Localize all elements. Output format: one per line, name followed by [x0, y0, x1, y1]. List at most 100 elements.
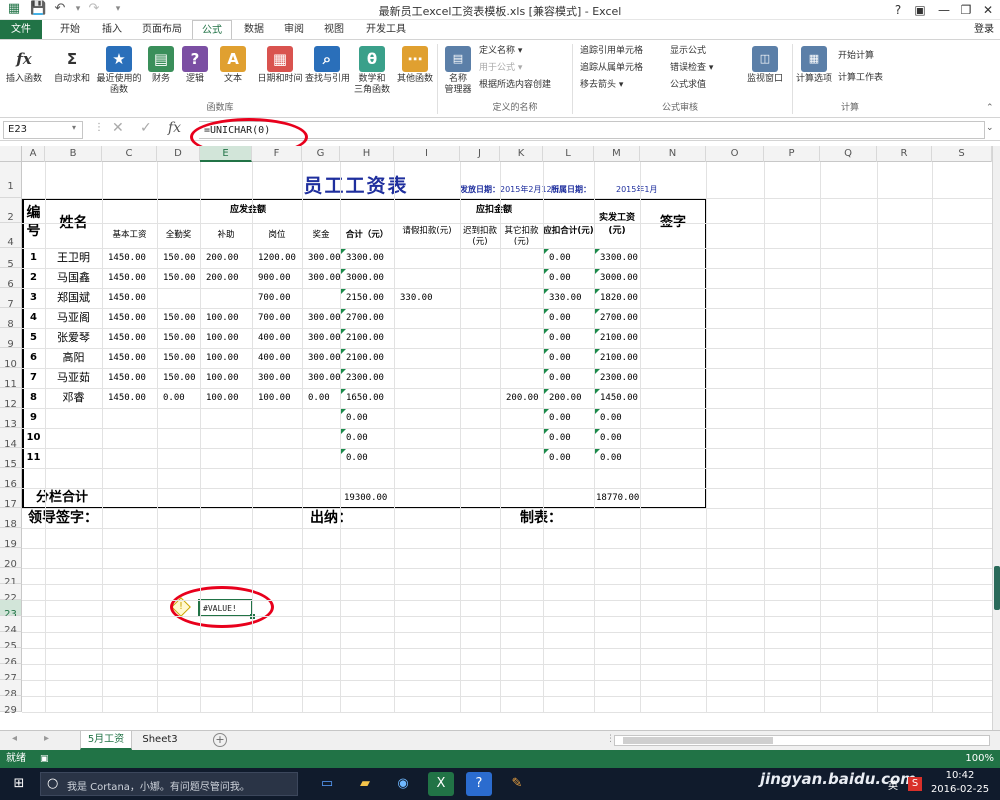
- scroll-tabs-right-icon[interactable]: ▸: [44, 733, 49, 744]
- row-header-1[interactable]: 1: [0, 162, 22, 198]
- row-header-29[interactable]: 29: [0, 696, 22, 716]
- ribbon-more-functions-button[interactable]: ⋯ 其他函数: [394, 46, 436, 85]
- row-header-17[interactable]: 17: [0, 488, 22, 510]
- clock-time[interactable]: 10:42: [930, 770, 990, 781]
- show-formulas-button[interactable]: 显示公式: [670, 45, 706, 57]
- row-header-27[interactable]: 27: [0, 664, 22, 684]
- column-header-d[interactable]: D: [157, 146, 200, 162]
- tab-file[interactable]: 文件: [0, 20, 42, 39]
- column-header-l[interactable]: L: [543, 146, 594, 162]
- row-header-23[interactable]: 23: [0, 600, 22, 620]
- define-name-button[interactable]: 定义名称 ▾: [479, 45, 522, 57]
- calculate-sheet-button[interactable]: 计算工作表: [838, 72, 883, 84]
- collapse-ribbon-icon[interactable]: ⌃: [986, 102, 994, 114]
- column-header-k[interactable]: K: [500, 146, 543, 162]
- ribbon-autosum-button[interactable]: Σ 自动求和: [52, 46, 92, 85]
- task-view-icon[interactable]: ▭: [314, 772, 340, 796]
- macro-record-icon[interactable]: ▣: [40, 750, 49, 768]
- ime-language[interactable]: 英: [888, 777, 898, 792]
- trace-dependents-button[interactable]: 追踪从属单元格: [580, 62, 643, 74]
- error-checking-button[interactable]: 错误检查 ▾: [670, 62, 713, 74]
- column-header-f[interactable]: F: [252, 146, 302, 162]
- file-explorer-icon[interactable]: ▰: [352, 772, 378, 796]
- windows-start-icon[interactable]: ⊞: [6, 772, 32, 796]
- evaluate-formula-button[interactable]: 公式求值: [670, 79, 706, 91]
- row-header-15[interactable]: 15: [0, 448, 22, 470]
- sogou-ime-icon[interactable]: S: [908, 777, 922, 791]
- vertical-scrollbar[interactable]: [992, 146, 1000, 730]
- trace-precedents-button[interactable]: 追踪引用单元格: [580, 45, 643, 57]
- row-header-8[interactable]: 8: [0, 308, 22, 330]
- column-header-a[interactable]: A: [22, 146, 45, 162]
- sheet-tab-sheet3[interactable]: Sheet3: [134, 731, 186, 750]
- ribbon-recent-functions-button[interactable]: ★ 最近使用的 函数: [95, 46, 143, 96]
- watch-window-button[interactable]: ◫ 监视窗口: [742, 46, 788, 85]
- create-from-selection-button[interactable]: 根据所选内容创建: [479, 79, 551, 91]
- redo-icon[interactable]: ↷: [86, 1, 102, 17]
- column-header-g[interactable]: G: [302, 146, 340, 162]
- column-header-p[interactable]: P: [764, 146, 820, 162]
- scroll-tabs-left-icon[interactable]: ◂: [12, 733, 17, 744]
- row-header-14[interactable]: 14: [0, 428, 22, 450]
- row-header-19[interactable]: 19: [0, 528, 22, 550]
- ribbon-logical-button[interactable]: ? 逻辑: [180, 46, 210, 85]
- insert-function-fx-icon[interactable]: fx: [168, 120, 181, 136]
- ribbon-display-options-button[interactable]: ▣: [910, 1, 930, 19]
- row-header-26[interactable]: 26: [0, 648, 22, 668]
- undo-icon[interactable]: ↶: [52, 1, 68, 17]
- column-header-h[interactable]: H: [340, 146, 394, 162]
- row-header-9[interactable]: 9: [0, 328, 22, 350]
- row-header-7[interactable]: 7: [0, 288, 22, 310]
- ribbon-math-button[interactable]: θ 数学和 三角函数: [352, 46, 392, 96]
- horizontal-scroll-thumb[interactable]: [623, 737, 773, 744]
- tab-insert[interactable]: 插入: [94, 20, 130, 39]
- row-header-21[interactable]: 21: [0, 568, 22, 588]
- tab-data[interactable]: 数据: [236, 20, 272, 39]
- tab-review[interactable]: 审阅: [276, 20, 312, 39]
- use-in-formula-button[interactable]: 用于公式 ▾: [479, 62, 522, 74]
- column-header-e[interactable]: E: [200, 146, 252, 162]
- clock-date[interactable]: 2016-02-25: [930, 784, 990, 795]
- minimize-button[interactable]: —: [934, 1, 954, 19]
- select-all-corner[interactable]: [0, 146, 22, 162]
- sign-in-link[interactable]: 登录: [974, 20, 994, 39]
- name-box[interactable]: E23: [3, 121, 83, 139]
- paint-taskbar-icon[interactable]: ✎: [504, 772, 530, 796]
- expand-formula-bar-icon[interactable]: ⌄: [986, 123, 994, 133]
- ribbon-financial-button[interactable]: ▤ 财务: [146, 46, 176, 85]
- row-header-11[interactable]: 11: [0, 368, 22, 390]
- undo-dropdown-icon[interactable]: ▾: [70, 1, 86, 17]
- name-manager-button[interactable]: ▤ 名称 管理器: [441, 46, 475, 96]
- enter-icon[interactable]: ✓: [140, 120, 152, 136]
- calculate-now-button[interactable]: 开始计算: [838, 50, 874, 62]
- zoom-level[interactable]: 100%: [965, 750, 994, 768]
- row-header-16[interactable]: 16: [0, 468, 22, 490]
- column-header-m[interactable]: M: [594, 146, 640, 162]
- name-box-dropdown-icon[interactable]: ▾: [72, 123, 76, 132]
- row-header-24[interactable]: 24: [0, 616, 22, 636]
- ribbon-text-button[interactable]: A 文本: [214, 46, 252, 85]
- column-header-j[interactable]: J: [460, 146, 500, 162]
- cortana-search-box[interactable]: ○ 我是 Cortana，小娜。有问题尽管问我。: [40, 772, 298, 796]
- row-header-20[interactable]: 20: [0, 548, 22, 570]
- row-header-22[interactable]: 22: [0, 584, 22, 604]
- close-button[interactable]: ✕: [978, 1, 998, 19]
- ribbon-date-time-button[interactable]: ▦ 日期和时间: [257, 46, 303, 85]
- tab-view[interactable]: 视图: [316, 20, 352, 39]
- row-header-12[interactable]: 12: [0, 388, 22, 410]
- vertical-scroll-thumb[interactable]: [994, 566, 1000, 610]
- new-sheet-plus-icon[interactable]: +: [213, 733, 227, 747]
- customize-quick-access-icon[interactable]: ▾: [110, 1, 126, 17]
- column-header-b[interactable]: B: [45, 146, 102, 162]
- save-icon[interactable]: 💾: [30, 1, 46, 17]
- column-header-s[interactable]: S: [932, 146, 992, 162]
- restore-button[interactable]: ❐: [956, 1, 976, 19]
- row-header-2[interactable]: 2: [0, 198, 22, 223]
- help-button[interactable]: ?: [888, 1, 908, 19]
- help-taskbar-icon[interactable]: ?: [466, 772, 492, 796]
- tab-developer[interactable]: 开发工具: [360, 20, 412, 39]
- formula-input[interactable]: =UNICHAR(0): [199, 121, 985, 139]
- ribbon-lookup-button[interactable]: ⌕ 查找与引用: [305, 46, 350, 85]
- column-header-q[interactable]: Q: [820, 146, 877, 162]
- sheet-tab-may-salary[interactable]: 5月工资: [80, 731, 132, 750]
